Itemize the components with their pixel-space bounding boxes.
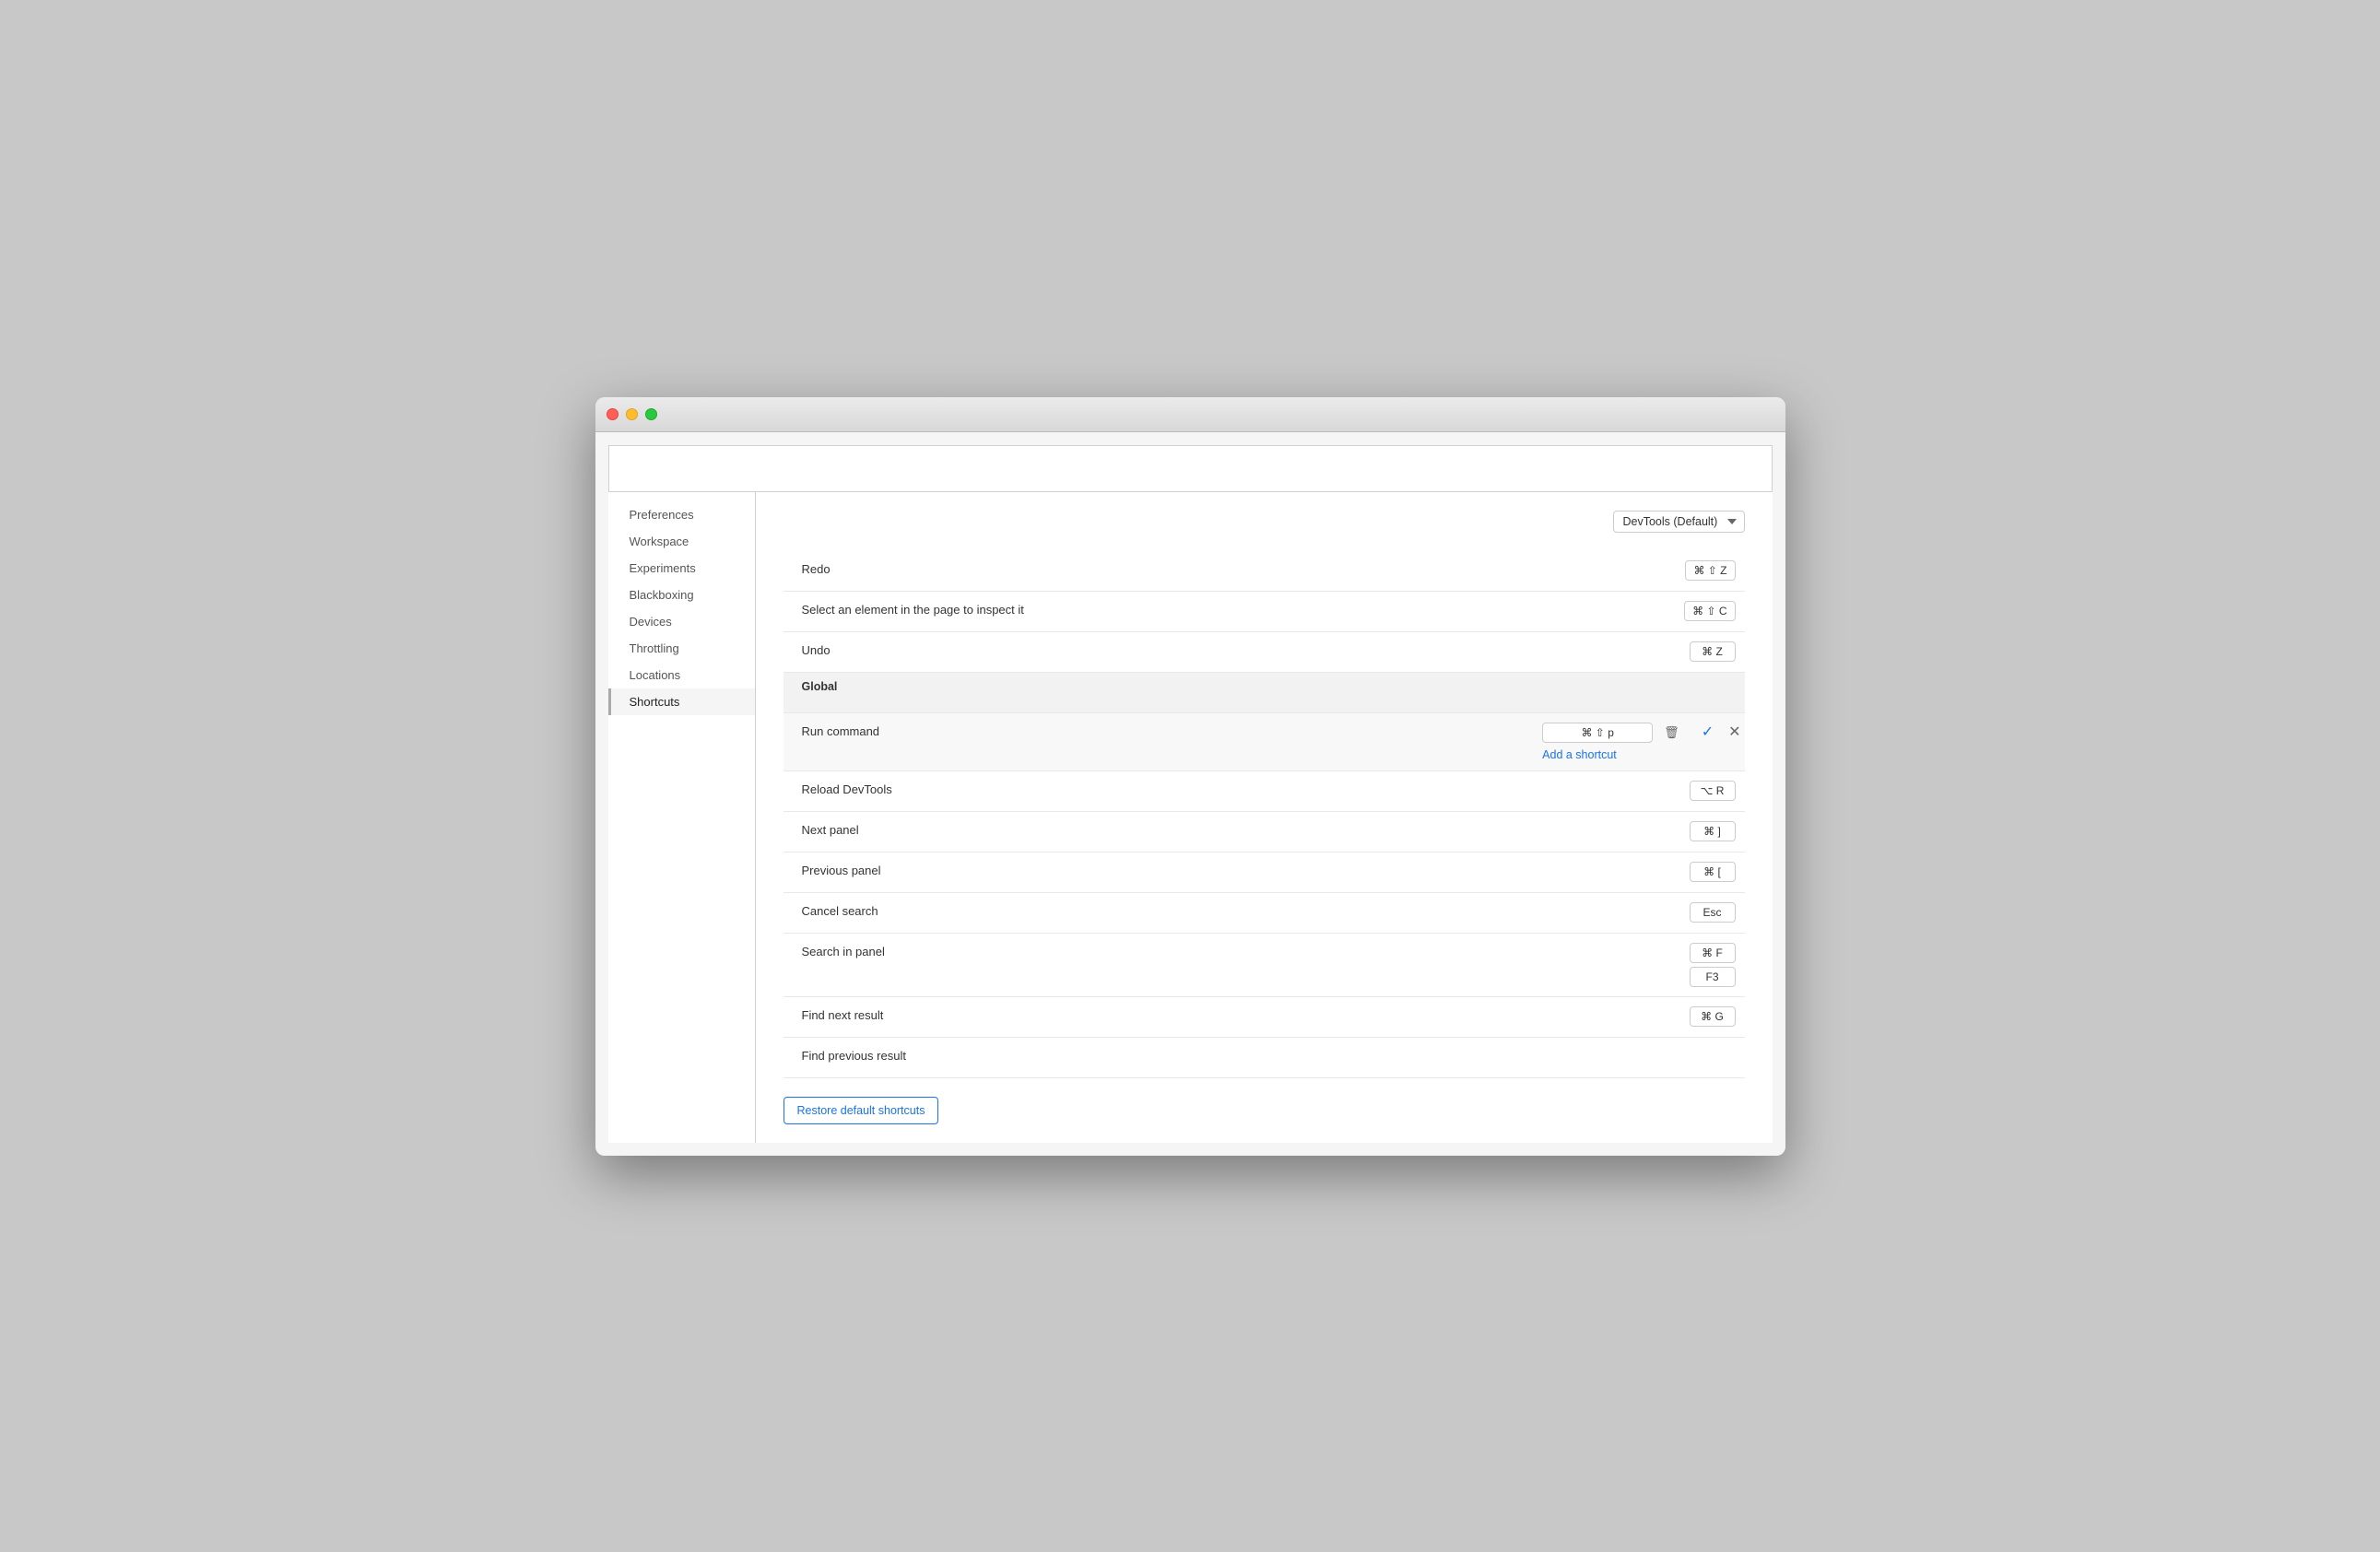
shortcut-row: Search in panel⌘ F F3 [784,934,1745,997]
shortcut-name: Undo [784,641,1690,657]
delete-shortcut-icon[interactable]: 🗑 [1658,723,1685,742]
sidebar-item-experiments[interactable]: Experiments [608,555,755,582]
cancel-edit-button[interactable]: ✕ [1725,723,1744,741]
shortcut-name: Select an element in the page to inspect… [784,601,1685,617]
traffic-lights [607,408,657,420]
key-badge: ⌘ ⇧ C [1684,601,1735,621]
confirm-edit-button[interactable]: ✓ [1694,723,1721,741]
minimize-button[interactable] [626,408,638,420]
shortcut-row: Select an element in the page to inspect… [784,592,1745,632]
shortcut-keys: ⌘ ⇧ Z [1685,560,1744,581]
settings-heading [628,446,665,490]
add-shortcut-link[interactable]: Add a shortcut [1542,747,1617,761]
shortcut-keys-row: ⌘ ] [1690,821,1736,841]
sidebar-item-shortcuts[interactable]: Shortcuts [608,688,755,715]
shortcut-keys-row: ⌘ G [1690,1006,1736,1027]
shortcut-keys-row: F3 [1690,967,1736,987]
shortcut-row: Next panel⌘ ] [784,812,1745,852]
key-badge: ⌥ R [1690,781,1736,801]
shortcut-keys-row: ⌘ [ [1690,862,1736,882]
key-badge: ⌘ [ [1690,862,1736,882]
key-badge: ⌘ ] [1690,821,1736,841]
shortcut-name: Search in panel [784,943,1690,958]
shortcut-row-editing: Run command⌘ ⇧ p 🗑 Add a shortcut ✓✕ [784,713,1745,771]
sidebar-item-preferences[interactable]: Preferences [608,501,755,528]
titlebar [595,397,1785,432]
editing-key-badge[interactable]: ⌘ ⇧ p [1542,723,1653,743]
shortcut-name: Run command [784,723,1543,738]
shortcut-name: Find next result [784,1006,1690,1022]
shortcut-keys: ⌘ [ [1690,862,1745,882]
section-header-global: Global [784,673,1745,713]
shortcut-name: Cancel search [784,902,1690,918]
preset-select[interactable]: DevTools (Default) Visual Studio Code [1613,511,1745,533]
editing-controls: ✓✕ [1694,723,1745,741]
devtools-window: PreferencesWorkspaceExperimentsBlackboxi… [595,397,1785,1156]
shortcut-name: Find previous result [784,1047,1736,1063]
shortcut-keys: Esc [1690,902,1745,923]
sidebar: PreferencesWorkspaceExperimentsBlackboxi… [608,492,756,1143]
shortcut-keys: ⌘ ] [1690,821,1745,841]
key-badge: ⌘ Z [1690,641,1736,662]
shortcuts-list: Redo⌘ ⇧ Z Select an element in the page t… [784,551,1745,1078]
main-panel: DevTools (Default) Visual Studio Code Re… [756,492,1773,1143]
restore-defaults-button[interactable]: Restore default shortcuts [784,1097,939,1124]
shortcut-row: Redo⌘ ⇧ Z [784,551,1745,592]
shortcut-keys-row: ⌘ ⇧ Z [1685,560,1735,581]
key-badge: ⌘ ⇧ Z [1685,560,1735,581]
sidebar-item-throttling[interactable]: Throttling [608,635,755,662]
shortcut-row: Find previous result [784,1038,1745,1078]
sidebar-item-devices[interactable]: Devices [608,608,755,635]
section-label: Global [784,680,838,693]
sidebar-item-locations[interactable]: Locations [608,662,755,688]
key-badge: Esc [1690,902,1736,923]
preset-row: DevTools (Default) Visual Studio Code [784,511,1745,533]
close-button[interactable] [607,408,619,420]
shortcut-keys-row: ⌘ Z [1690,641,1736,662]
shortcut-keys-row: ⌘ ⇧ C [1684,601,1735,621]
shortcut-keys: ⌘ ⇧ C [1684,601,1744,621]
key-badge: ⌘ G [1690,1006,1736,1027]
key-badge: ⌘ F [1690,943,1736,963]
shortcut-keys-row: ⌥ R [1690,781,1736,801]
sidebar-item-workspace[interactable]: Workspace [608,528,755,555]
shortcut-keys: ⌘ Z [1690,641,1745,662]
key-badge: F3 [1690,967,1736,987]
shortcut-name: Previous panel [784,862,1690,877]
shortcut-row: Previous panel⌘ [ [784,852,1745,893]
maximize-button[interactable] [645,408,657,420]
shortcut-keys: ⌘ F F3 [1690,943,1745,987]
shortcut-keys-row: Esc [1690,902,1736,923]
shortcut-name: Reload DevTools [784,781,1690,796]
shortcut-keys-editing: ⌘ ⇧ p 🗑 Add a shortcut [1542,723,1694,761]
shortcut-keys-row: ⌘ F [1690,943,1736,963]
shortcut-keys: ⌘ G [1690,1006,1745,1027]
sidebar-item-blackboxing[interactable]: Blackboxing [608,582,755,608]
shortcut-name: Next panel [784,821,1690,837]
shortcut-row: Find next result⌘ G [784,997,1745,1038]
shortcut-row: Cancel searchEsc [784,893,1745,934]
shortcut-keys: ⌥ R [1690,781,1745,801]
shortcut-name: Redo [784,560,1686,576]
shortcut-keys-row: ⌘ ⇧ p 🗑 [1542,723,1685,743]
shortcut-row: Reload DevTools⌥ R [784,771,1745,812]
shortcut-row: Undo⌘ Z [784,632,1745,673]
